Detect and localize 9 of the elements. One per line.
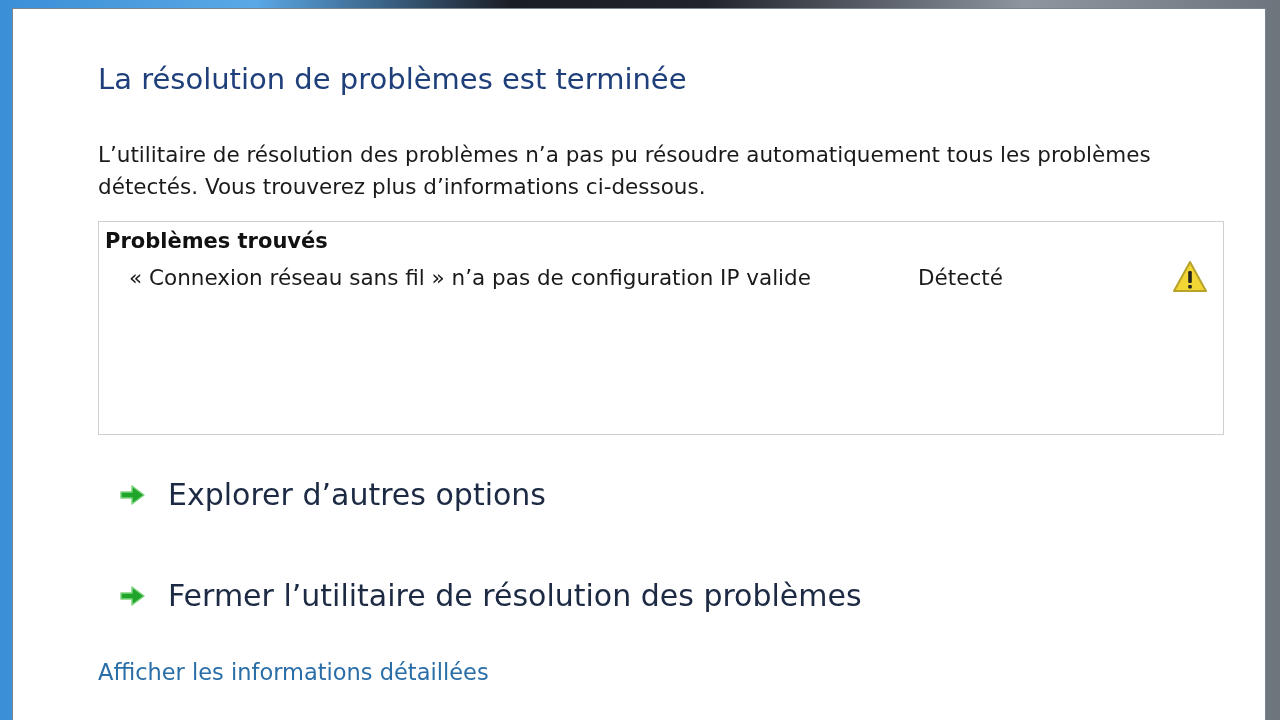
problem-text: « Connexion réseau sans fil » n’a pas de configuration IP valide — [128, 264, 812, 290]
problems-heading: Problèmes trouvés — [105, 228, 329, 255]
option-link[interactable]: Explorer d’autres options — [98, 477, 546, 512]
warning-icon — [1172, 260, 1208, 294]
problem-status: Détecté — [918, 264, 1004, 290]
details-link[interactable]: Afficher les informations détaillées — [98, 659, 489, 685]
option-link[interactable]: Fermer l’utilitaire de résolution des problèmes — [98, 578, 862, 613]
dialog-title: La résolution de problèmes est terminée — [98, 61, 688, 97]
description-text: L’utilitaire de résolution des problèmes n’a pas pu résoudre automatiquement tous les problèmes détectés. Vous trouverez plus d’informations ci-dessous. — [98, 141, 1152, 201]
